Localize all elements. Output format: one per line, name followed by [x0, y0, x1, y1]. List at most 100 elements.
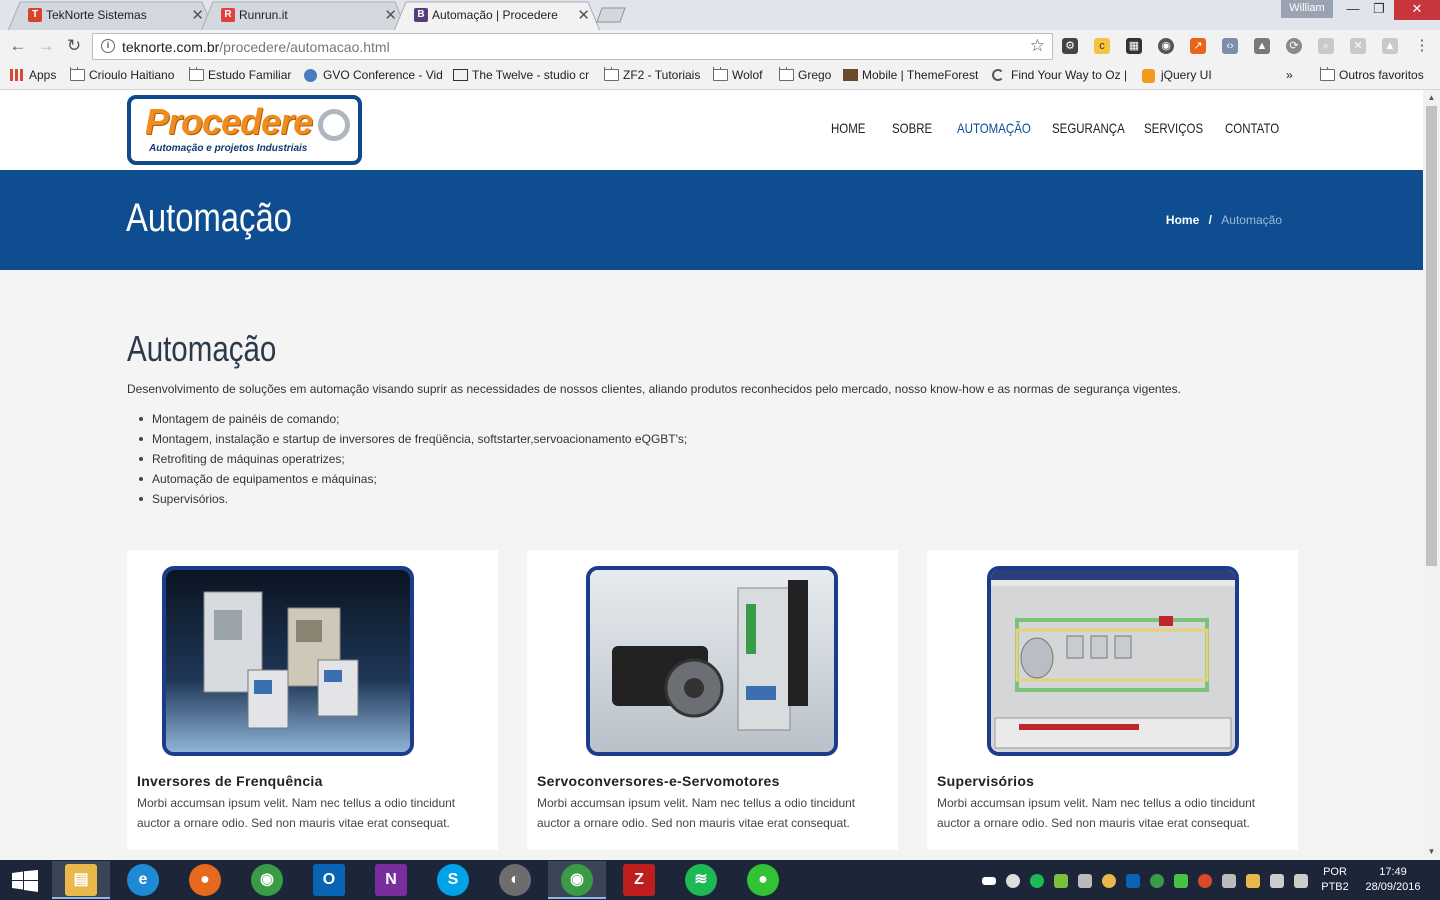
other-bookmarks-folder[interactable]: Outros favoritos — [1320, 67, 1424, 85]
settings-gear-extension-icon[interactable]: ⚙ — [1062, 38, 1078, 54]
nav-label: SERVIÇOS — [1144, 120, 1204, 136]
warning-tray-icon[interactable] — [1246, 874, 1260, 888]
reload-icon[interactable]: ↻ — [63, 36, 85, 58]
bookmark-mobile-themeforest[interactable]: Mobile | ThemeForest — [843, 67, 985, 85]
chart-extension-icon[interactable]: ▲ — [1254, 38, 1270, 54]
logo-name: Procedere — [145, 101, 313, 142]
bookmark-apps[interactable]: Apps — [10, 67, 62, 85]
input-language[interactable]: POR PTB2 — [1318, 865, 1352, 895]
taskbar-spotify[interactable]: ≋ — [672, 861, 730, 899]
breadcrumb-separator: / — [1208, 213, 1212, 227]
servo-image[interactable] — [586, 566, 838, 756]
procedere-logo[interactable]: Procedere Automação e projetos Industria… — [127, 95, 362, 165]
qr-code-extension-icon[interactable]: ▦ — [1126, 38, 1142, 54]
taskbar-firefox[interactable]: ● — [176, 861, 234, 899]
nav-sobre[interactable]: SOBRE — [892, 120, 941, 136]
code-extension-icon[interactable]: ‹› — [1222, 38, 1238, 54]
close-window-button[interactable]: ✕ — [1394, 0, 1440, 20]
profile-button[interactable]: William — [1281, 0, 1333, 18]
page-scrollbar[interactable]: ▲ ▼ — [1423, 90, 1440, 860]
bookmark-zf2-tutoriais[interactable]: ZF2 - Tutoriais — [604, 67, 704, 85]
spotify-tray-icon[interactable] — [1030, 874, 1044, 888]
onenote-tray-icon[interactable] — [1078, 874, 1092, 888]
filezilla-icon: Z — [623, 864, 655, 896]
analytics-extension-icon[interactable]: ↗ — [1190, 38, 1206, 54]
taskbar-green-orb[interactable]: ● — [734, 861, 792, 899]
security-tray-icon[interactable] — [1174, 874, 1188, 888]
breadcrumb-home-link[interactable]: Home — [1166, 213, 1199, 227]
tools-extension-icon[interactable]: ✕ — [1350, 38, 1366, 54]
network-monitor-tray-icon[interactable] — [1150, 874, 1164, 888]
chrome-tray-icon[interactable] — [1102, 874, 1116, 888]
taskbar-outlook[interactable]: O — [300, 861, 358, 899]
list-item: Montagem de painéis de comando; — [138, 412, 687, 432]
system-clock[interactable]: 17:49 28/09/2016 — [1364, 865, 1422, 895]
taskbar-onenote[interactable]: N — [362, 861, 420, 899]
scrollbar-thumb[interactable] — [1426, 106, 1437, 566]
firefox-icon: ● — [189, 864, 221, 896]
taskbar-filezilla[interactable]: Z — [610, 861, 668, 899]
sync-extension-icon[interactable]: ⟳ — [1286, 38, 1302, 54]
outlook-icon: O — [313, 864, 345, 896]
bookmark-the-twelve-studio-cr[interactable]: The Twelve - studio cr — [453, 67, 595, 85]
card-supervisorios: Supervisórios Morbi accumsan ipsum velit… — [927, 550, 1298, 850]
tab-procedere-active[interactable]: B Automação | Procedere ✕ — [394, 1, 600, 31]
camera-extension-icon[interactable]: ◉ — [1158, 38, 1174, 54]
bookmark-label: Find Your Way to Oz | — [1011, 68, 1128, 82]
cloud-tray-icon[interactable] — [1006, 874, 1020, 888]
taskbar-skype[interactable]: S — [424, 861, 482, 899]
tab-teknorte[interactable]: T TekNorte Sistemas ✕ — [8, 1, 214, 31]
taskbar-chrome-active[interactable]: ◉ — [548, 861, 606, 899]
bookmark-crioulo-haitiano[interactable]: Crioulo Haitiano — [70, 67, 182, 85]
card-title: Supervisórios — [937, 773, 1035, 789]
forward-arrow-icon[interactable]: → — [35, 36, 57, 58]
close-tab-icon[interactable]: ✕ — [577, 1, 590, 30]
webpage-viewport: Procedere Automação e projetos Industria… — [0, 90, 1423, 860]
restore-button[interactable]: ❐ — [1364, 0, 1394, 20]
search-extension-icon[interactable]: ⌕ — [1318, 38, 1334, 54]
supervisory-image[interactable] — [987, 566, 1239, 756]
new-tab-button[interactable] — [596, 7, 626, 23]
windows-start-icon[interactable] — [12, 870, 38, 892]
bookmarks-overflow-chevron-icon[interactable]: » — [1286, 67, 1293, 85]
nav-automacao[interactable]: AUTOMAÇÃO — [957, 120, 1047, 136]
evernote-tray-icon[interactable] — [1054, 874, 1068, 888]
wd-tray-icon[interactable] — [982, 877, 996, 885]
bookmark-estudo-familiar[interactable]: Estudo Familiar — [189, 67, 297, 85]
site-info-icon[interactable]: i — [101, 39, 115, 53]
nav-servicos[interactable]: SERVIÇOS — [1144, 120, 1216, 136]
taskbar-file-explorer[interactable]: ▤ — [52, 861, 110, 899]
intro-paragraph: Desenvolvimento de soluções em automação… — [127, 382, 1181, 396]
css-extension-icon[interactable]: c — [1094, 38, 1110, 54]
outlook-tray-icon[interactable] — [1126, 874, 1140, 888]
chrome-active-icon: ◉ — [561, 864, 593, 896]
taskbar-chrome[interactable]: ◉ — [238, 861, 296, 899]
inverters-image[interactable] — [162, 566, 414, 756]
back-arrow-icon[interactable]: ← — [7, 36, 29, 58]
taskbar-thunderbird-like[interactable]: ◐ — [486, 861, 544, 899]
url-text[interactable]: teknorte.com.br/procedere/automacao.html — [122, 39, 390, 55]
graduation-extension-icon[interactable]: ▲ — [1382, 38, 1398, 54]
bookmark-gvo-conference-vid[interactable]: GVO Conference - Vid — [304, 67, 444, 85]
scroll-down-arrow-icon[interactable]: ▼ — [1423, 844, 1440, 860]
display-tray-icon[interactable] — [1270, 874, 1284, 888]
bookmark-grego[interactable]: Grego — [779, 67, 835, 85]
bookmark-find-your-way-to-oz[interactable]: Find Your Way to Oz | — [992, 67, 1132, 85]
globe-icon — [304, 69, 317, 82]
address-bar[interactable]: i teknorte.com.br/procedere/automacao.ht… — [92, 33, 1053, 60]
bookmark-jquery-ui[interactable]: jQuery UI — [1142, 67, 1218, 85]
taskbar-internet-explorer[interactable]: e — [114, 861, 172, 899]
chrome-menu-icon[interactable]: ⋮ — [1414, 38, 1430, 54]
nav-seguranca[interactable]: SEGURANÇA — [1052, 120, 1141, 136]
bookmark-wolof[interactable]: Wolof — [713, 67, 773, 85]
card-title: Servoconversores-e-Servomotores — [537, 773, 780, 789]
scroll-up-arrow-icon[interactable]: ▲ — [1423, 90, 1440, 106]
nav-home[interactable]: HOME — [831, 120, 873, 136]
volume-tray-icon[interactable] — [1294, 874, 1308, 888]
volume-control-tray-icon[interactable] — [1198, 874, 1212, 888]
speaker-tray-icon[interactable] — [1222, 874, 1236, 888]
tab-runrunit[interactable]: R Runrun.it ✕ — [201, 1, 407, 31]
folder-icon — [779, 67, 794, 81]
nav-contato[interactable]: CONTATO — [1225, 120, 1291, 136]
bookmark-star-icon[interactable]: ☆ — [1030, 36, 1045, 56]
